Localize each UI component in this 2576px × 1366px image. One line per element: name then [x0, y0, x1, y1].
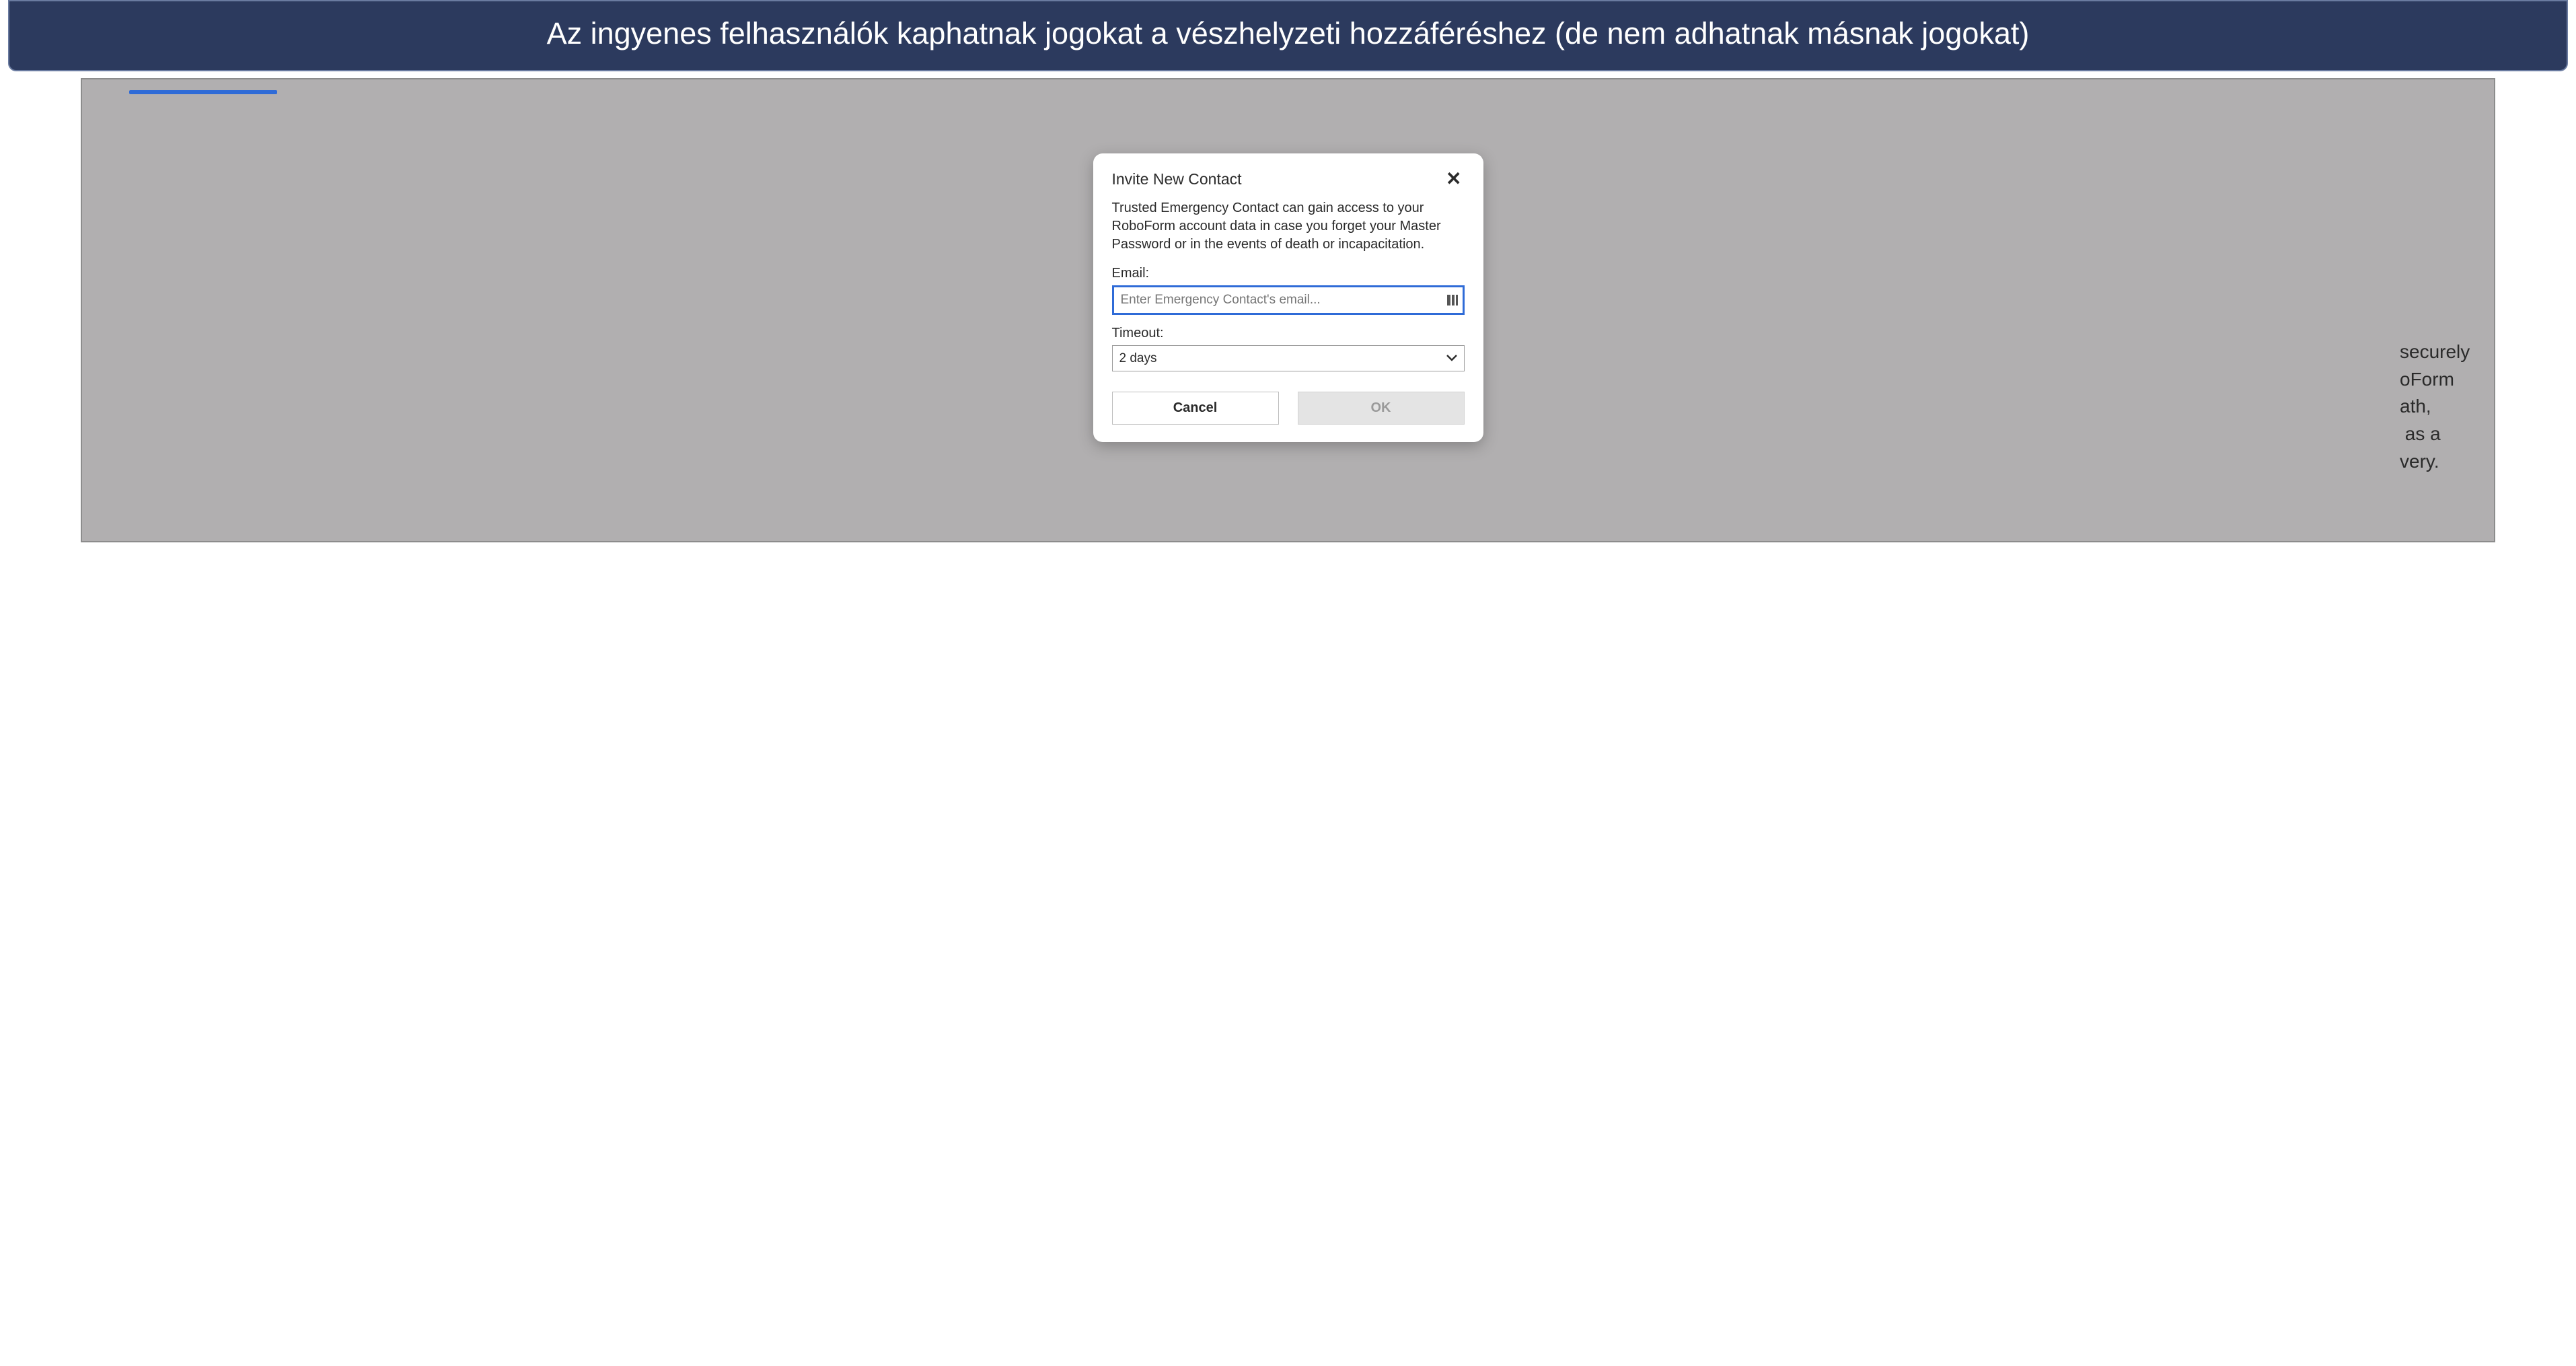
- caption-text: Az ingyenes felhasználók kaphatnak jogok…: [547, 16, 2030, 50]
- screenshot-stage: securely oForm ath, as a very. Invite Ne…: [0, 71, 2576, 563]
- app-window-overlay: securely oForm ath, as a very. Invite Ne…: [81, 78, 2495, 542]
- modal-description: Trusted Emergency Contact can gain acces…: [1112, 199, 1465, 254]
- email-label: Email:: [1112, 266, 1465, 281]
- email-input[interactable]: [1112, 285, 1465, 315]
- modal-title: Invite New Contact: [1112, 170, 1242, 188]
- email-field-wrapper: [1112, 285, 1465, 315]
- active-tab-underline: [129, 90, 277, 94]
- caption-banner: Az ingyenes felhasználók kaphatnak jogok…: [8, 0, 2568, 71]
- invite-contact-modal: Invite New Contact ✕ Trusted Emergency C…: [1093, 153, 1483, 442]
- close-icon[interactable]: ✕: [1443, 168, 1464, 190]
- timeout-select-wrapper: 2 days: [1112, 345, 1465, 371]
- modal-button-row: Cancel OK: [1112, 392, 1465, 425]
- background-text-fragment: securely oForm ath, as a very.: [2400, 338, 2495, 475]
- contacts-icon[interactable]: [1446, 293, 1459, 307]
- ok-button[interactable]: OK: [1298, 392, 1465, 425]
- modal-header: Invite New Contact ✕: [1112, 168, 1465, 190]
- cancel-button[interactable]: Cancel: [1112, 392, 1279, 425]
- timeout-label: Timeout:: [1112, 326, 1465, 341]
- timeout-select[interactable]: 2 days: [1112, 345, 1465, 371]
